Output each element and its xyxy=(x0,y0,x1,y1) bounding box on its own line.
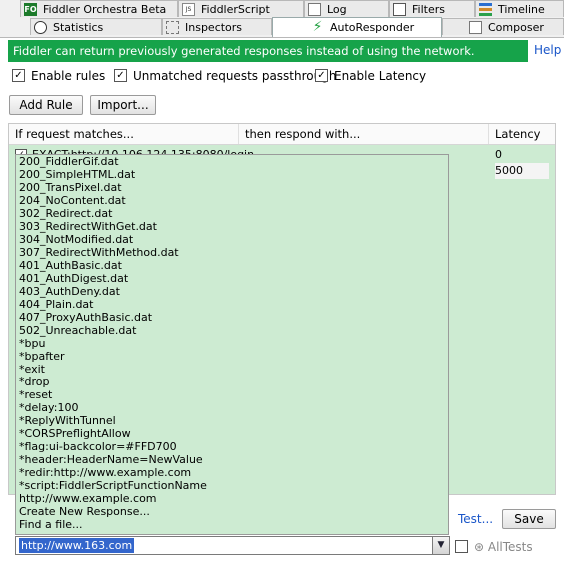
log-icon xyxy=(308,2,321,16)
tab-label: Inspectors xyxy=(185,21,243,34)
tab-timeline[interactable]: Timeline xyxy=(475,0,564,17)
dropdown-option[interactable]: *reset xyxy=(16,388,448,401)
dropdown-option[interactable]: *ReplyWithTunnel xyxy=(16,414,448,427)
dropdown-option[interactable]: 302_Redirect.dat xyxy=(16,207,448,220)
dropdown-option[interactable]: 204_NoContent.dat xyxy=(16,194,448,207)
checkbox-label: Unmatched requests passthrough xyxy=(133,69,337,83)
rule-latency: 0 xyxy=(495,148,502,161)
response-value[interactable]: http://www.163.com xyxy=(19,538,135,553)
dropdown-option[interactable]: *flag:ui-backcolor=#FFD700 xyxy=(16,440,448,453)
dropdown-option[interactable]: 403_AuthDeny.dat xyxy=(16,285,448,298)
checkbox-check-icon: ✓ xyxy=(114,69,127,82)
tab-strip: FO Fiddler Orchestra Beta JS FiddlerScript… xyxy=(0,0,564,38)
checkbox-label: Enable Latency xyxy=(334,69,427,83)
dropdown-option[interactable]: 200_SimpleHTML.dat xyxy=(16,168,448,181)
dropdown-option[interactable]: Find a file... xyxy=(16,518,448,531)
timeline-icon xyxy=(479,2,492,16)
tab-label: FiddlerScript xyxy=(201,3,270,16)
grid-header: If request matches... then respond with.… xyxy=(9,124,555,145)
dropdown-option[interactable]: 303_RedirectWithGet.dat xyxy=(16,220,448,233)
tab-label: Timeline xyxy=(498,3,545,16)
tab-label: Composer xyxy=(488,21,544,34)
fo-icon: FO xyxy=(24,2,37,16)
dropdown-option[interactable]: *redir:http://www.example.com xyxy=(16,466,448,479)
tab-filters[interactable]: Filters xyxy=(389,0,475,17)
dropdown-option[interactable]: *header:HeaderName=NewValue xyxy=(16,453,448,466)
dropdown-option[interactable]: 404_Plain.dat xyxy=(16,298,448,311)
dropdown-option[interactable]: 401_AuthDigest.dat xyxy=(16,272,448,285)
dropdown-option[interactable]: 200_FiddlerGif.dat xyxy=(16,155,448,168)
checkbox-check-icon: ✓ xyxy=(315,69,328,82)
checkbox-icon xyxy=(455,540,468,553)
test-link[interactable]: Test... xyxy=(458,512,493,526)
dropdown-option[interactable]: *script:FiddlerScriptFunctionName xyxy=(16,479,448,492)
composer-icon xyxy=(469,20,482,34)
tab-inspectors[interactable]: Inspectors xyxy=(162,18,272,35)
watermark-text: AllTests xyxy=(487,540,533,554)
tab-composer[interactable]: Composer xyxy=(442,18,564,35)
enable-rules-checkbox[interactable]: ✓ Enable rules xyxy=(12,69,105,83)
import-button[interactable]: Import... xyxy=(90,95,156,115)
dropdown-option[interactable]: 407_ProxyAuthBasic.dat xyxy=(16,311,448,324)
dropdown-option[interactable]: http://www.example.com xyxy=(16,492,448,505)
dropdown-option[interactable]: *drop xyxy=(16,375,448,388)
chevron-down-icon[interactable]: ▼ xyxy=(432,537,449,554)
tab-label: Fiddler Orchestra Beta xyxy=(43,3,167,16)
tab-fiddlerscript[interactable]: JS FiddlerScript xyxy=(178,0,304,17)
tab-autoresponder[interactable]: ⚡ AutoResponder xyxy=(272,17,442,37)
dropdown-option[interactable]: *exit xyxy=(16,363,448,376)
column-header-respond[interactable]: then respond with... xyxy=(239,124,489,144)
dropdown-option[interactable]: *bpafter xyxy=(16,350,448,363)
help-link[interactable]: Help xyxy=(534,43,561,57)
filter-icon xyxy=(393,2,406,16)
add-rule-button[interactable]: Add Rule xyxy=(9,95,83,115)
js-icon: JS xyxy=(182,2,195,16)
response-combobox[interactable]: http://www.163.com ▼ xyxy=(15,536,450,555)
dropdown-option[interactable]: 200_TransPixel.dat xyxy=(16,181,448,194)
dropdown-option[interactable]: *CORSPreflightAllow xyxy=(16,427,448,440)
tab-label: AutoResponder xyxy=(330,21,415,34)
lightning-icon: ⚡ xyxy=(312,18,323,35)
watermark: ⊛ AllTests xyxy=(474,540,533,554)
dropdown-option[interactable]: Create New Response... xyxy=(16,505,448,518)
dropdown-option[interactable]: 304_NotModified.dat xyxy=(16,233,448,246)
tab-label: Log xyxy=(327,3,347,16)
response-dropdown-list[interactable]: 200_FiddlerGif.dat 200_SimpleHTML.dat 200_… xyxy=(15,154,449,535)
column-header-latency[interactable]: Latency xyxy=(489,124,555,144)
dropdown-option[interactable]: 401_AuthBasic.dat xyxy=(16,259,448,272)
rule-latency: 5000 xyxy=(495,163,549,179)
dropdown-option[interactable]: *bpu xyxy=(16,337,448,350)
enable-latency-checkbox[interactable]: ✓ Enable Latency xyxy=(315,69,426,83)
tab-label: Filters xyxy=(412,3,445,16)
tab-statistics[interactable]: Statistics xyxy=(30,18,162,35)
checkbox-check-icon: ✓ xyxy=(12,69,25,82)
unmatched-passthrough-checkbox[interactable]: ✓ Unmatched requests passthrough xyxy=(114,69,336,83)
inspector-icon xyxy=(166,20,179,34)
stopwatch-icon xyxy=(34,20,47,34)
dropdown-option[interactable]: 502_Unreachable.dat xyxy=(16,324,448,337)
dropdown-option[interactable]: *delay:100 xyxy=(16,401,448,414)
checkbox-label: Enable rules xyxy=(31,69,106,83)
tab-log[interactable]: Log xyxy=(304,0,389,17)
column-header-match[interactable]: If request matches... xyxy=(9,124,239,144)
tab-fiddler-orchestra[interactable]: FO Fiddler Orchestra Beta xyxy=(20,0,178,17)
tab-label: Statistics xyxy=(53,21,104,34)
save-button[interactable]: Save xyxy=(502,509,556,529)
dropdown-option[interactable]: 307_RedirectWithMethod.dat xyxy=(16,246,448,259)
info-banner: Fiddler can return previously generated … xyxy=(8,40,528,62)
match-only-once-checkbox[interactable] xyxy=(455,540,474,554)
